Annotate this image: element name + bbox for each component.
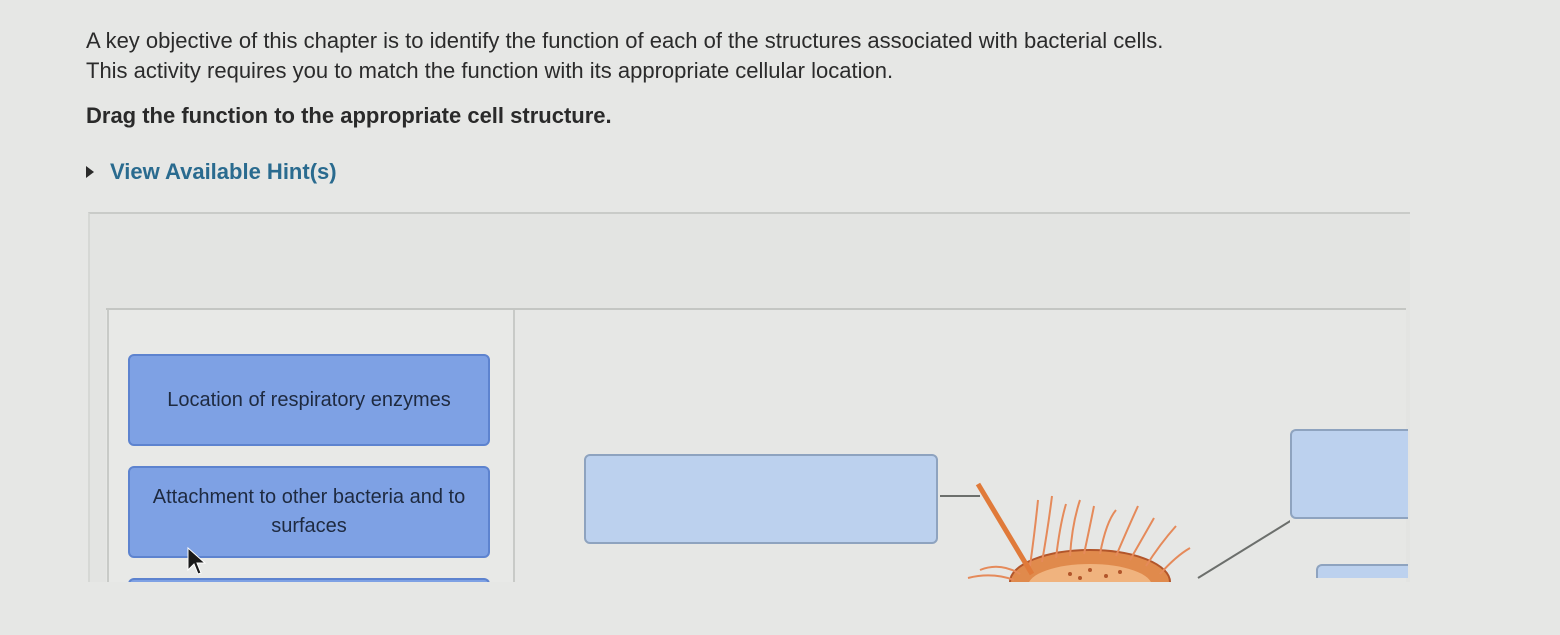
drop-target-1[interactable] — [584, 454, 938, 544]
function-label-respiratory-enzymes[interactable]: Location of respiratory enzymes — [128, 354, 490, 446]
expand-arrow-icon — [86, 166, 94, 178]
drop-target-2[interactable] — [1290, 429, 1408, 519]
instruction-text: Drag the function to the appropriate cel… — [86, 103, 612, 128]
function-label-attachment[interactable]: Attachment to other bacteria and to surf… — [128, 466, 490, 558]
drop-target-3[interactable] — [1316, 564, 1408, 578]
view-hints-link[interactable]: View Available Hint(s) — [86, 159, 337, 185]
bacterial-cell-illustration — [940, 482, 1290, 582]
hint-link-label: View Available Hint(s) — [110, 159, 337, 184]
intro-text: A key objective of this chapter is to id… — [86, 28, 1164, 83]
pilus — [975, 482, 1035, 576]
mouse-pointer-icon — [187, 546, 206, 575]
leader-line-2 — [1197, 520, 1290, 579]
viewport-bottom — [0, 582, 1560, 635]
